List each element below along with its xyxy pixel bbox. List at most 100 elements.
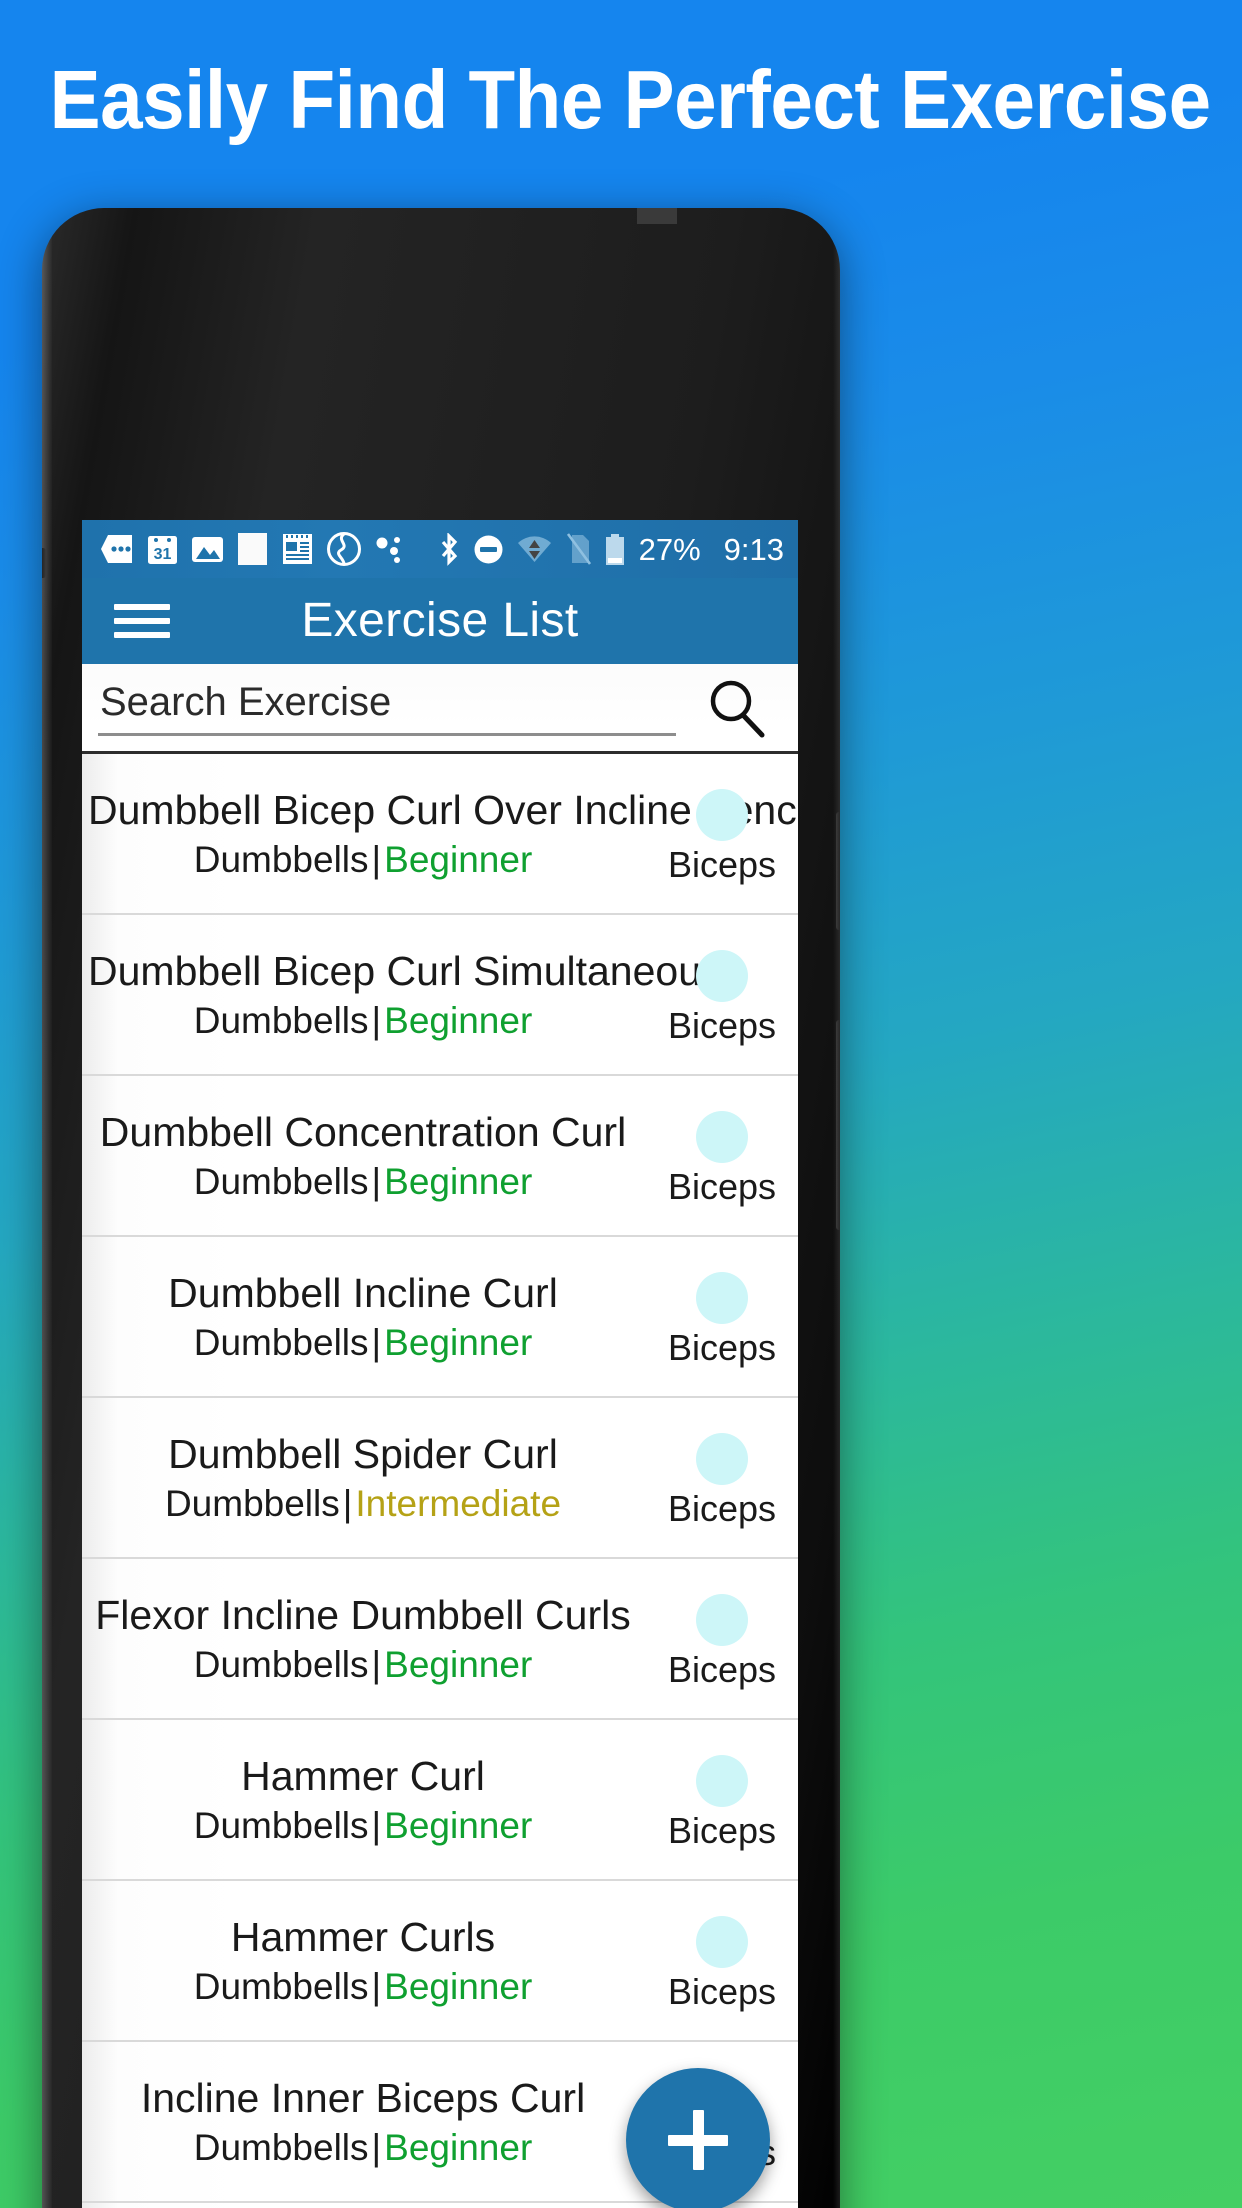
phone-edge-highlight — [42, 208, 52, 2208]
muscle-thumbnail-icon — [696, 1271, 748, 1324]
exercise-name: Dumbbell Incline Curl — [168, 1269, 558, 1316]
plus-icon-vertical — [692, 2110, 704, 2170]
add-exercise-button[interactable] — [626, 2068, 770, 2208]
promo-headline: Easily Find The Perfect Exercise — [49, 53, 1211, 146]
exercise-name: Hammer Curl — [241, 1752, 485, 1799]
muscle-group: Biceps — [646, 1910, 798, 2012]
status-bar-clock: 9:13 — [723, 531, 784, 567]
exercise-name: Incline Inner Biceps Curl — [140, 2074, 586, 2121]
status-bar: 31 27% 9:13 — [82, 520, 798, 578]
blank-page-icon — [238, 533, 267, 565]
row-content: Dumbbell Incline Curl Dumbbells|Beginner — [82, 1268, 646, 1366]
svg-text:31: 31 — [154, 546, 172, 563]
equipment-label: Dumbbells — [193, 1321, 369, 1363]
equipment-label: Dumbbells — [193, 1965, 369, 2007]
exercise-meta: Dumbbells|Beginner — [88, 1320, 638, 1366]
meta-separator: | — [371, 1321, 382, 1363]
exercise-name: Dumbbell Spider Curl — [168, 1430, 558, 1477]
exercise-name: Dumbbell Bicep Curl Over Incline Bench — [88, 786, 798, 833]
exercise-meta: Dumbbells|Beginner — [88, 1159, 638, 1205]
phone-mockup: 31 27% 9:13 Exercise List Search Exercis… — [42, 208, 840, 2208]
wifi-icon — [517, 536, 551, 562]
muscle-label: Biceps — [667, 1970, 777, 2012]
app-bar: Exercise List — [82, 578, 798, 664]
row-content: Dumbbell Concentration Curl Dumbbells|Be… — [82, 1107, 646, 1205]
meta-separator: | — [371, 1804, 382, 1846]
muscle-group: Biceps — [646, 783, 798, 885]
row-content: Hammer Curls Dumbbells|Beginner — [82, 1912, 646, 2010]
muscle-label: Biceps — [667, 1648, 777, 1690]
table-row[interactable]: Dumbbell Spider Curl Dumbbells|Intermedi… — [82, 1398, 798, 1559]
muscle-group: Biceps — [646, 1588, 798, 1690]
table-row[interactable]: Hammer Curls Dumbbells|Beginner Biceps — [82, 1881, 798, 2042]
equipment-label: Dumbbells — [193, 1804, 369, 1846]
search-button[interactable] — [698, 669, 776, 747]
news-icon — [283, 534, 312, 564]
meta-separator: | — [371, 999, 382, 1041]
search-icon — [710, 680, 765, 737]
row-content: Hammer Curl Dumbbells|Beginner — [82, 1751, 646, 1849]
difficulty-label: Beginner — [384, 999, 533, 1041]
phone-screen: 31 27% 9:13 Exercise List Search Exercis… — [82, 520, 798, 2208]
do-not-disturb-icon — [474, 535, 503, 563]
difficulty-label: Beginner — [384, 2126, 533, 2168]
difficulty-label: Beginner — [384, 838, 533, 880]
muscle-group: Biceps — [646, 944, 798, 1046]
phone-left-button — [42, 548, 46, 578]
search-input[interactable] — [98, 679, 678, 729]
search-input-wrapper — [98, 679, 678, 736]
muscle-label: Biceps — [667, 1326, 777, 1368]
photos-icon — [192, 536, 223, 562]
meta-separator: | — [371, 1965, 382, 2007]
no-sim-icon — [566, 533, 591, 565]
muscle-group: Biceps — [646, 1105, 798, 1207]
muscle-thumbnail-icon — [696, 1915, 748, 1968]
muscle-label: Biceps — [667, 843, 777, 885]
table-row[interactable]: Flexor Incline Dumbbell Curls Dumbbells|… — [82, 1559, 798, 1720]
status-bar-right-icons: 27% 9:13 — [438, 531, 784, 567]
row-content: Flexor Incline Dumbbell Curls Dumbbells|… — [82, 1590, 646, 1688]
status-bar-left-icons: 31 — [100, 532, 438, 566]
row-content: Dumbbell Bicep Curl Simultaneous Dumbbel… — [82, 946, 722, 1044]
muscle-label: Biceps — [667, 1004, 777, 1046]
muscle-group: Biceps — [646, 1266, 798, 1368]
exercise-list[interactable]: Dumbbell Bicep Curl Over Incline Bench D… — [82, 754, 798, 2208]
phone-power-button — [836, 812, 840, 930]
messages-icon — [101, 535, 132, 563]
exercise-name: Dumbbell Concentration Curl — [99, 1108, 627, 1155]
muscle-label: Biceps — [667, 1165, 777, 1207]
muscle-group: Biceps — [646, 1427, 798, 1529]
meta-separator: | — [342, 1482, 353, 1524]
meta-separator: | — [371, 2126, 382, 2168]
dots-icon — [376, 536, 400, 563]
muscle-label: Biceps — [667, 1487, 777, 1529]
table-row[interactable]: Dumbbell Bicep Curl Simultaneous Dumbbel… — [82, 915, 798, 1076]
row-content: Dumbbell Spider Curl Dumbbells|Intermedi… — [82, 1429, 646, 1527]
battery-icon — [605, 533, 624, 565]
muscle-thumbnail-icon — [696, 788, 748, 841]
exercise-meta: Dumbbells|Beginner — [88, 1964, 638, 2010]
exercise-name: Hammer Curls — [230, 1913, 496, 1960]
difficulty-label: Beginner — [384, 1643, 533, 1685]
hamburger-menu-icon[interactable] — [114, 602, 170, 640]
table-row[interactable]: Dumbbell Bicep Curl Over Incline Bench D… — [82, 754, 798, 915]
meta-separator: | — [371, 1643, 382, 1685]
meta-separator: | — [371, 838, 382, 880]
table-row[interactable]: Dumbbell Incline Curl Dumbbells|Beginner… — [82, 1237, 798, 1398]
equipment-label: Dumbbells — [164, 1482, 340, 1524]
equipment-label: Dumbbells — [193, 2126, 369, 2168]
difficulty-label: Beginner — [384, 1321, 533, 1363]
equipment-label: Dumbbells — [193, 999, 369, 1041]
row-content: Dumbbell Bicep Curl Over Incline Bench D… — [82, 785, 798, 883]
exercise-meta: Dumbbells|Beginner — [88, 1803, 638, 1849]
table-row[interactable]: Hammer Curl Dumbbells|Beginner Biceps — [82, 1720, 798, 1881]
muscle-label: Biceps — [667, 1809, 777, 1851]
difficulty-label: Beginner — [384, 1965, 533, 2007]
meta-separator: | — [371, 1160, 382, 1202]
exercise-meta: Dumbbells|Intermediate — [88, 1481, 638, 1527]
exercise-name: Dumbbell Bicep Curl Simultaneous — [88, 947, 722, 994]
row-content: Incline Inner Biceps Curl Dumbbells|Begi… — [82, 2073, 646, 2171]
table-row[interactable]: Dumbbell Concentration Curl Dumbbells|Be… — [82, 1076, 798, 1237]
equipment-label: Dumbbells — [193, 838, 369, 880]
muscle-group: Biceps — [646, 1749, 798, 1851]
